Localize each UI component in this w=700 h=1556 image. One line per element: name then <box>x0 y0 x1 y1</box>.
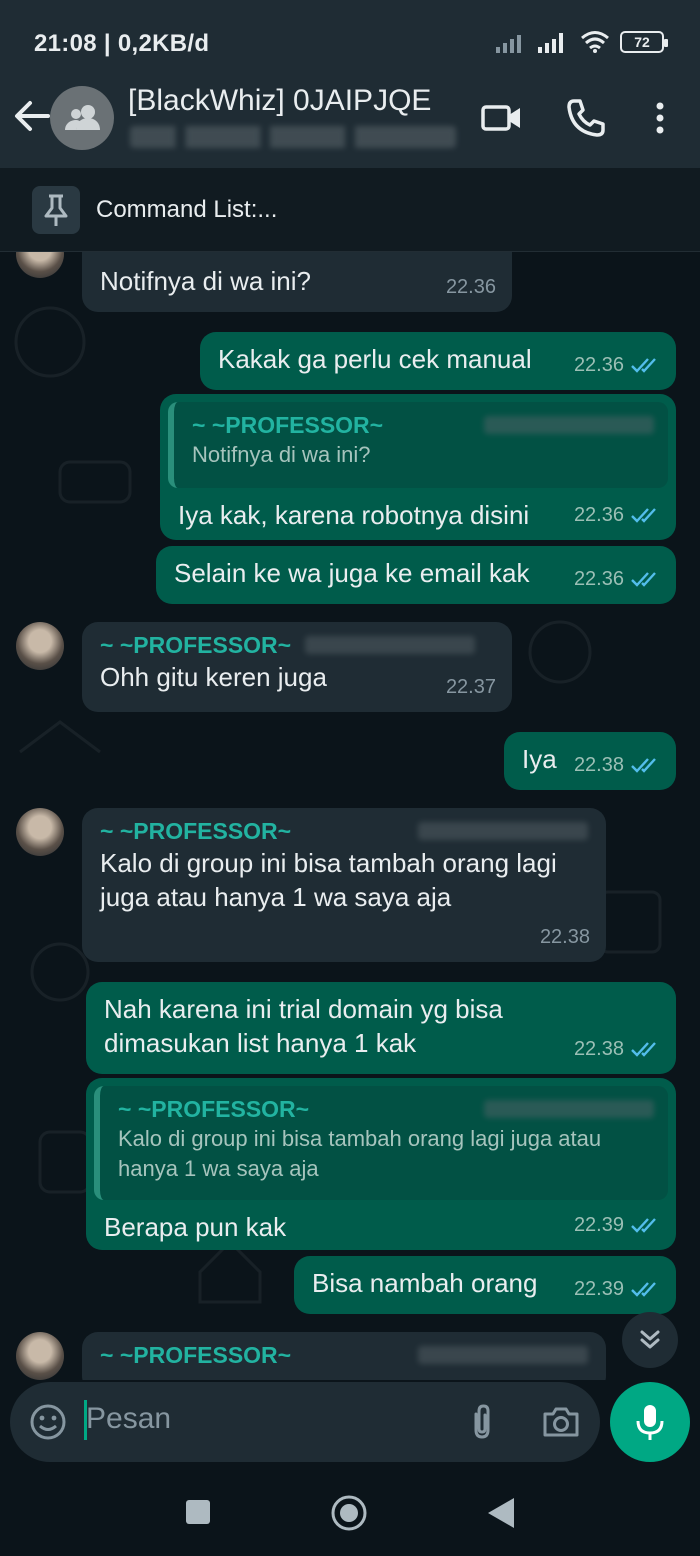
back-nav-icon[interactable] <box>486 1496 516 1530</box>
message-bubble[interactable]: Kakak ga perlu cek manual 22.36 <box>200 332 676 390</box>
camera-icon[interactable] <box>540 1402 582 1442</box>
sender-avatar[interactable] <box>16 808 64 856</box>
message-bubble[interactable]: Nah karena ini trial domain yg bisa dima… <box>86 982 676 1074</box>
message-bubble[interactable]: ~ ~PROFESSOR~ Notifnya di wa ini? Iya ka… <box>160 394 676 540</box>
more-options-icon[interactable] <box>636 94 684 142</box>
emoji-icon[interactable] <box>28 1402 68 1442</box>
message-composer: Pesan <box>10 1382 600 1462</box>
message-bubble[interactable]: Notifnya di wa ini? 22.36 <box>82 252 512 312</box>
phone-blurred <box>305 636 476 654</box>
message-bubble[interactable]: ~ ~PROFESSOR~ Kalo di group ini bisa tam… <box>82 808 606 962</box>
message-bubble[interactable]: ~ ~PROFESSOR~ Kalo di group ini bisa tam… <box>86 1078 676 1250</box>
quoted-text: Kalo di group ini bisa tambah orang lagi… <box>118 1126 602 1181</box>
quoted-message[interactable]: ~ ~PROFESSOR~ Notifnya di wa ini? <box>168 402 668 488</box>
message-time: 22.39 <box>574 1272 660 1306</box>
phone-blurred <box>418 1346 588 1364</box>
attach-icon[interactable] <box>462 1402 502 1442</box>
video-call-icon[interactable] <box>478 94 526 142</box>
message-time: 22.38 <box>574 748 660 782</box>
message-bubble[interactable]: ~ ~PROFESSOR~ Ohh gitu keren juga 22.37 <box>82 622 512 712</box>
microphone-icon <box>636 1405 664 1440</box>
message-time: 22.36 <box>574 498 660 532</box>
scroll-to-bottom-button[interactable] <box>622 1312 678 1368</box>
read-receipt-icon <box>631 572 656 587</box>
pinned-text: Command List:... <box>96 196 278 223</box>
phone-blurred <box>484 416 654 434</box>
sender-name[interactable]: ~ ~PROFESSOR~ <box>100 628 291 662</box>
battery-icon: 72 <box>620 31 668 53</box>
message-time: 22.37 <box>445 676 496 698</box>
status-icons: 72 <box>496 30 668 54</box>
sender-name[interactable]: ~ ~PROFESSOR~ <box>100 1338 291 1372</box>
group-avatar[interactable] <box>50 86 114 150</box>
phone-blurred <box>418 822 588 840</box>
participants-blurred <box>130 126 456 148</box>
chat-header: [BlackWhiz] 0JAIPJQE <box>0 72 700 168</box>
message-time: 22.39 <box>574 1208 660 1242</box>
read-receipt-icon <box>631 1042 656 1057</box>
message-bubble[interactable]: Iya 22.38 <box>504 732 676 790</box>
double-chevron-down-icon <box>640 1330 660 1349</box>
voice-message-button[interactable] <box>610 1382 690 1462</box>
status-time: 21:08 | 0,2KB/d <box>34 30 210 57</box>
quoted-text: Notifnya di wa ini? <box>192 442 371 467</box>
read-receipt-icon <box>631 1282 656 1297</box>
read-receipt-icon <box>631 508 656 523</box>
chat-title[interactable]: [BlackWhiz] 0JAIPJQE <box>128 84 431 118</box>
message-text: Notifnya di wa ini? <box>100 266 311 296</box>
message-time: 22.36 <box>574 348 660 382</box>
message-text: Nah karena ini trial domain yg bisa dima… <box>104 994 503 1058</box>
message-input[interactable]: Pesan <box>86 1402 171 1436</box>
pin-icon <box>32 186 80 234</box>
back-arrow-icon[interactable] <box>10 94 54 138</box>
phone-blurred <box>484 1100 654 1118</box>
message-time: 22.36 <box>574 562 660 596</box>
pinned-message-bar[interactable]: Command List:... <box>0 168 700 252</box>
message-list[interactable]: Notifnya di wa ini? 22.36 Kakak ga perlu… <box>0 252 700 1380</box>
sender-avatar[interactable] <box>16 1332 64 1380</box>
system-nav-bar <box>0 1470 700 1556</box>
read-receipt-icon <box>631 1218 656 1233</box>
message-time: 22.38 <box>539 926 590 948</box>
message-bubble[interactable]: ~ ~PROFESSOR~ <box>82 1332 606 1380</box>
signal-off-icon <box>496 35 521 53</box>
recents-icon[interactable] <box>184 1498 212 1526</box>
home-icon[interactable] <box>330 1494 368 1532</box>
message-bubble[interactable]: Selain ke wa juga ke email kak 22.36 <box>156 546 676 604</box>
message-bubble[interactable]: Bisa nambah orang 22.39 <box>294 1256 676 1314</box>
quoted-sender: ~ ~PROFESSOR~ <box>118 1096 310 1122</box>
sender-avatar[interactable] <box>16 622 64 670</box>
voice-call-icon[interactable] <box>562 94 610 142</box>
group-icon <box>65 105 100 130</box>
message-time: 22.38 <box>574 1032 660 1066</box>
message-text: Kalo di group ini bisa tambah orang lagi… <box>100 848 557 912</box>
sender-name[interactable]: ~ ~PROFESSOR~ <box>100 814 291 848</box>
message-time: 22.36 <box>445 276 496 298</box>
quoted-message[interactable]: ~ ~PROFESSOR~ Kalo di group ini bisa tam… <box>94 1086 668 1200</box>
quoted-sender: ~ ~PROFESSOR~ <box>192 412 384 438</box>
message-text: Ohh gitu keren juga <box>100 662 327 692</box>
signal-icon <box>538 33 563 53</box>
read-receipt-icon <box>631 358 656 373</box>
wifi-icon <box>581 31 609 53</box>
read-receipt-icon <box>631 758 656 773</box>
